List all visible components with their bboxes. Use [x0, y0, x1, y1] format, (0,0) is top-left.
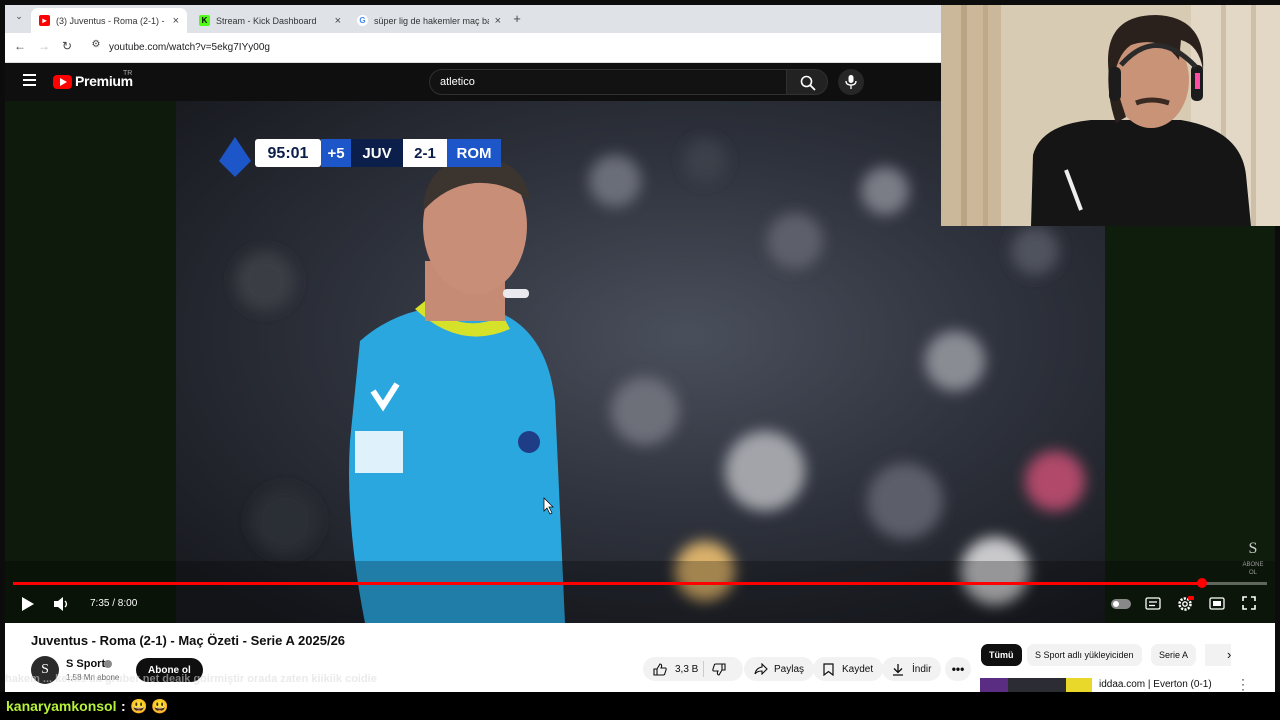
search-button[interactable] [786, 69, 828, 95]
settings-gear-icon[interactable] [1176, 595, 1194, 613]
tab-youtube[interactable]: ▸ (3) Juventus - Roma (2-1) - Maç × [31, 8, 187, 33]
google-favicon-icon: G [357, 15, 368, 26]
tab-search-icon[interactable]: ⌄ [11, 11, 27, 22]
svg-text:S: S [1249, 540, 1258, 557]
address-bar: ← → ↻ ⚙ youtube.com/watch?v=5ekg7IYy00g [5, 33, 941, 63]
more-actions-icon[interactable]: ••• [945, 657, 971, 681]
youtube-favicon-icon: ▸ [39, 15, 50, 26]
scoreboard-away: ROM [457, 145, 492, 162]
chat-overlay: kanaryamkonsol : 😃 😃 [0, 692, 1280, 720]
chat-separator: : [121, 698, 126, 714]
scoreboard-time: 95:01 [268, 145, 309, 162]
video-metadata: Juventus - Roma (2-1) - Maç Özeti - Seri… [5, 623, 1275, 695]
tab-title: Stream - Kick Dashboard [216, 15, 317, 26]
dislike-button[interactable] [704, 657, 726, 681]
time-display: 7:35 / 8:00 [90, 598, 138, 609]
like-button[interactable]: 3,3 B [643, 657, 703, 681]
save-button[interactable]: Kaydet [813, 657, 884, 681]
scoreboard-home: JUV [362, 145, 391, 162]
microphone-icon [845, 75, 857, 89]
youtube-logo-icon[interactable] [53, 75, 72, 89]
search-value: atletico [440, 76, 475, 88]
forward-icon[interactable]: → [36, 39, 52, 53]
chip-from-uploader[interactable]: S Sport adlı yükleyiciden [1027, 644, 1142, 666]
youtube-header: Premium TR atletico [5, 63, 941, 101]
webcam-overlay [941, 5, 1280, 226]
chip-serie-a[interactable]: Serie A [1151, 644, 1197, 666]
like-count: 3,3 B [675, 663, 699, 675]
back-icon[interactable]: ← [12, 39, 28, 53]
streamer-webcam-image [941, 5, 1280, 226]
tab-title: (3) Juventus - Roma (2-1) - Maç [56, 15, 167, 26]
recommended-thumbnail[interactable] [980, 678, 1092, 692]
thumbs-down-icon [712, 662, 726, 676]
chip-all[interactable]: Tümü [981, 644, 1022, 666]
save-label: Kaydet [842, 663, 874, 675]
left-pillarbox [5, 101, 176, 623]
chat-emotes: 😃 😃 [130, 698, 169, 714]
fullscreen-icon[interactable] [1242, 596, 1256, 610]
like-dislike-group: 3,3 B [643, 657, 743, 681]
share-button[interactable]: Paylaş [744, 657, 815, 681]
play-icon[interactable] [21, 596, 35, 612]
download-icon [893, 663, 903, 676]
share-label: Paylaş [774, 663, 805, 675]
bookmark-icon [823, 662, 834, 676]
autoplay-toggle[interactable] [1111, 599, 1131, 609]
progress-bar[interactable] [13, 578, 1267, 588]
region-code: TR [123, 70, 133, 77]
scoreboard-added-time: +5 [327, 145, 344, 162]
stream-screen: ⌄ ▸ (3) Juventus - Roma (2-1) - Maç × K … [0, 0, 1280, 720]
download-button[interactable]: İndir [882, 657, 942, 681]
video-title: Juventus - Roma (2-1) - Maç Özeti - Seri… [31, 633, 346, 648]
scrubber-handle[interactable] [1196, 578, 1207, 588]
recommended-title[interactable]: iddaa.com | Everton (0-1) [1099, 679, 1212, 690]
tab-strip: ⌄ ▸ (3) Juventus - Roma (2-1) - Maç × K … [5, 5, 941, 33]
voice-search-button[interactable] [838, 69, 864, 95]
kick-favicon-icon: K [199, 15, 210, 26]
progress-fill [13, 582, 1202, 585]
tab-title: süper lig de hakemler maç başı [374, 15, 489, 26]
close-tab-icon[interactable]: × [495, 15, 501, 27]
chat-username: kanaryamkonsol [6, 698, 117, 714]
close-tab-icon[interactable]: × [173, 15, 179, 27]
search-icon [800, 75, 816, 91]
thumbs-up-icon [653, 662, 667, 676]
close-tab-icon[interactable]: × [335, 15, 341, 27]
download-label: İndir [912, 663, 932, 675]
volume-icon[interactable] [53, 596, 69, 612]
new-tab-icon[interactable]: + [509, 11, 525, 26]
share-icon [754, 663, 768, 675]
url-field[interactable]: youtube.com/watch?v=5ekg7IYy00g [109, 42, 270, 53]
menu-icon[interactable] [23, 74, 36, 86]
tab-kick[interactable]: K Stream - Kick Dashboard × [191, 8, 349, 33]
site-info-icon[interactable]: ⚙ [88, 39, 104, 50]
search-input[interactable]: atletico [429, 69, 787, 95]
reload-icon[interactable]: ↻ [59, 39, 75, 53]
vertical-dots-icon[interactable]: · · · [1241, 673, 1245, 695]
chevron-right-icon[interactable]: › [1227, 647, 1231, 662]
subtitles-icon[interactable] [1145, 597, 1161, 610]
scoreboard-score: 2-1 [414, 145, 436, 162]
channel-name[interactable]: S Sport [66, 658, 105, 670]
verified-badge-icon [104, 660, 112, 668]
tab-google[interactable]: G süper lig de hakemler maç başı × [349, 8, 509, 33]
burned-in-caption: hakem ... kenks'da gruber net deaik goir… [5, 673, 377, 685]
theater-mode-icon[interactable] [1209, 597, 1225, 610]
